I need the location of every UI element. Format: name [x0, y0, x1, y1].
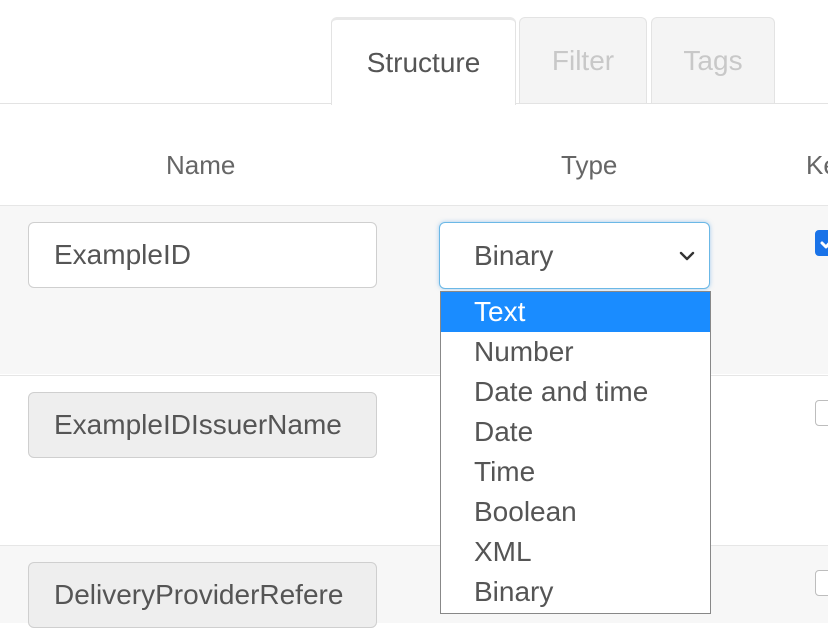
tab-structure-label: Structure	[366, 46, 481, 78]
type-select-value: Binary	[474, 239, 554, 271]
type-option-text[interactable]: Text	[441, 292, 710, 332]
tab-filter-label: Filter	[551, 44, 615, 76]
type-option-time[interactable]: Time	[441, 452, 710, 492]
tab-filter[interactable]: Filter	[519, 17, 647, 103]
field-name-input-readonly: DeliveryProviderRefere	[28, 562, 377, 628]
tab-tags-label: Tags	[683, 44, 743, 76]
type-option-xml[interactable]: XML	[441, 532, 710, 572]
check-icon	[820, 241, 828, 249]
type-option-binary[interactable]: Binary	[441, 572, 710, 612]
type-option-date[interactable]: Date	[441, 412, 710, 452]
tab-tags[interactable]: Tags	[651, 17, 775, 103]
column-header-key: Ke	[806, 150, 828, 180]
field-name-input[interactable]: ExampleID	[28, 222, 377, 288]
type-select[interactable]: Binary	[439, 222, 710, 289]
type-option-boolean[interactable]: Boolean	[441, 492, 710, 532]
column-header-name: Name	[166, 150, 236, 180]
key-checkbox[interactable]	[815, 230, 828, 256]
type-dropdown-list: Text Number Date and time Date Time Bool…	[440, 291, 711, 614]
tab-structure[interactable]: Structure	[331, 17, 516, 105]
key-checkbox[interactable]	[815, 400, 828, 426]
column-header-type: Type	[561, 150, 618, 180]
type-option-number[interactable]: Number	[441, 332, 710, 372]
type-option-date-and-time[interactable]: Date and time	[441, 372, 710, 412]
chevron-down-icon	[679, 251, 695, 261]
field-name-input-readonly: ExampleIDIssuerName	[28, 392, 377, 458]
key-checkbox[interactable]	[815, 570, 828, 596]
